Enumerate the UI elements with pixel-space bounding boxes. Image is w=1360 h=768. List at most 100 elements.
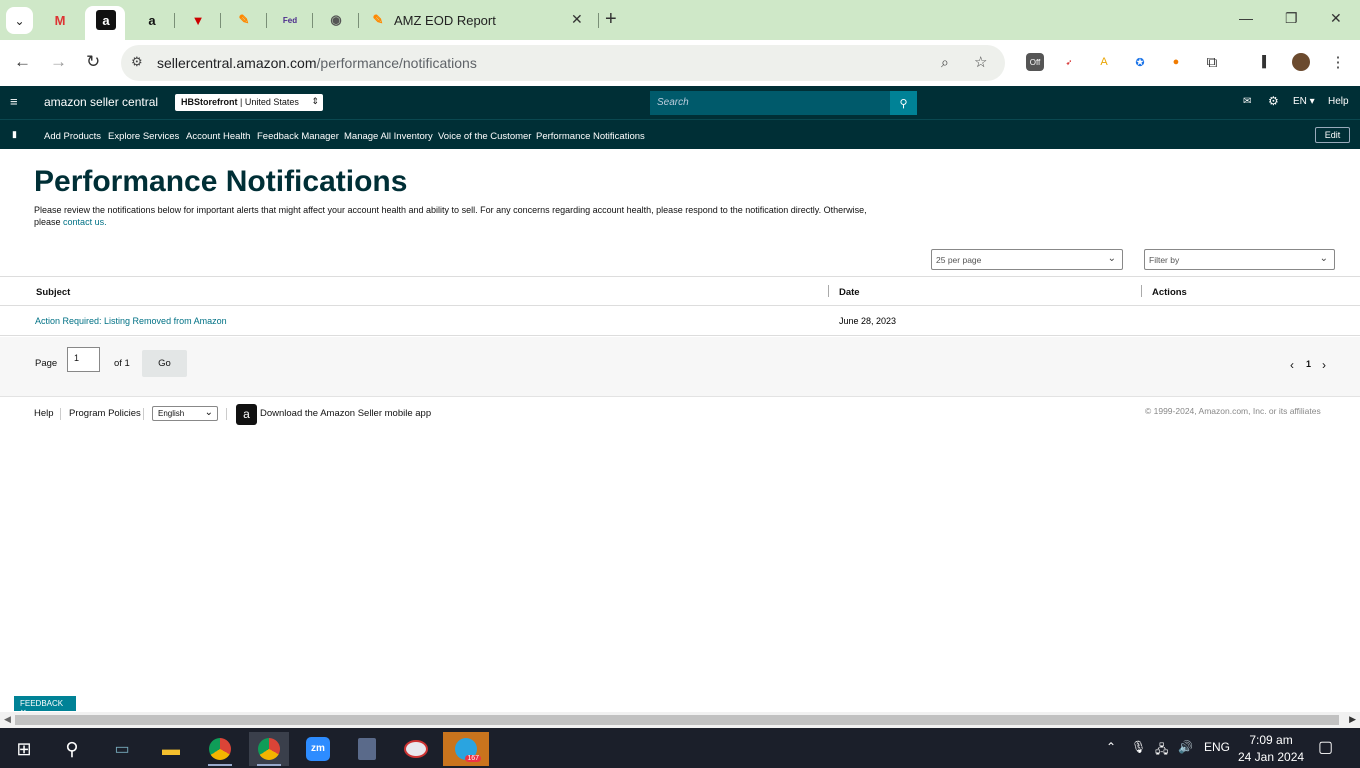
scout-extension-icon[interactable]: A [1095,53,1113,71]
program-policies-link[interactable]: Program Policies [69,408,141,419]
red-triangle-tab-icon[interactable]: ▼ [188,10,208,30]
nav-add-products[interactable]: Add Products [44,131,101,142]
amazon-app-icon[interactable]: a [236,404,257,425]
profile-avatar[interactable] [1292,53,1310,71]
zoom-icon[interactable]: ⌕ [941,54,949,71]
scroll-left-icon[interactable]: ◀ [4,714,11,725]
help-link[interactable]: Help [1328,96,1349,107]
show-hidden-icons-icon[interactable]: ⌃ [1106,740,1116,754]
bookmark-icon[interactable]: ▮ [12,129,17,140]
url-text[interactable]: sellercentral.amazon.com/performance/not… [157,55,477,71]
hamburger-menu-icon[interactable]: ≡ [10,94,18,109]
extension-off-icon[interactable]: Off [1026,53,1044,71]
nav-account-health[interactable]: Account Health [186,131,250,142]
store-selector[interactable]: HBStorefront | United States ⇕ [175,94,323,111]
nav-performance-notifications[interactable]: Performance Notifications [536,131,645,142]
per-page-select[interactable]: 25 per page ⌄ [931,249,1123,270]
contact-us-link[interactable]: contact us. [63,217,107,227]
close-window-icon[interactable]: ✕ [1330,10,1342,27]
url-host: sellercentral.amazon.com [157,55,317,71]
microphone-icon[interactable]: 🎙 [1131,740,1146,754]
scrollbar-thumb[interactable] [15,715,1339,725]
chrome-icon[interactable] [200,732,240,766]
extension-blue-icon[interactable]: ✪ [1131,53,1149,71]
language-selector[interactable]: EN ▾ [1293,96,1315,107]
nav-manage-inventory[interactable]: Manage All Inventory [344,131,433,142]
chrome-active-icon[interactable] [249,732,289,766]
amazon-tab-icon[interactable]: a [96,10,116,30]
side-panel-icon[interactable]: ▌ [1257,53,1275,71]
footer-help-link[interactable]: Help [34,408,54,419]
pencil-tab-icon-2: ✎ [372,12,384,27]
site-settings-icon[interactable]: ⚙ [131,54,143,70]
footer-language-select[interactable]: English ⌄ [152,406,218,421]
browser-menu-icon[interactable]: ⋮ [1329,53,1347,71]
filter-select[interactable]: Filter by ⌄ [1144,249,1335,270]
search-input[interactable]: Search [650,91,890,115]
windows-taskbar: ⊞ ⚲ ▭ ▬ zm 167 ⌃ 🎙 🖧 🔊 ENG 7:09 am 24 Jan… [0,728,1360,768]
horizontal-scrollbar[interactable]: ◀ ▶ [0,712,1360,728]
reload-icon[interactable]: ↻ [86,52,100,72]
restore-icon[interactable]: ❐ [1285,10,1298,27]
extension-icon[interactable]: ➶ [1060,53,1078,71]
download-app-link[interactable]: Download the Amazon Seller mobile app [260,408,431,419]
close-tab-icon[interactable]: ✕ [571,11,583,28]
extension-orange-icon[interactable]: ● [1167,53,1185,71]
notification-center-icon[interactable]: ▢ [1318,737,1333,757]
settings-gear-icon[interactable]: ⚙ [1268,94,1279,108]
prev-page-icon[interactable]: ‹ [1290,358,1294,372]
windows-start-icon[interactable]: ⊞ [4,732,44,766]
tab-search-button[interactable]: ⌄ [6,7,33,34]
minimize-icon[interactable]: — [1239,10,1253,26]
footer-divider [226,408,227,420]
system-clock[interactable]: 7:09 am 24 Jan 2024 [1238,732,1304,766]
mail-icon[interactable]: ✉ [1243,96,1251,107]
extensions-puzzle-icon[interactable]: ⧉ [1203,53,1221,71]
gmail-tab-icon[interactable]: M [50,10,70,30]
header-subject[interactable]: Subject [36,287,70,298]
snipping-tool-icon[interactable] [396,732,436,766]
zoom-app-icon[interactable]: zm [298,732,338,766]
tab-title[interactable]: AMZ EOD Report [394,13,496,28]
page-label: Page [35,358,58,369]
folder-icon[interactable]: ▬ [151,732,191,766]
chevron-down-icon: ⌄ [1319,253,1328,264]
search-button[interactable]: ⚲ [890,91,917,115]
next-page-icon[interactable]: › [1322,358,1326,372]
notification-subject-link[interactable]: Action Required: Listing Removed from Am… [35,316,227,326]
address-bar: ← → ↻ ⚙ sellercentral.amazon.com/perform… [0,40,1360,86]
nav-feedback-manager[interactable]: Feedback Manager [257,131,339,142]
table-row: Action Required: Listing Removed from Am… [0,306,1360,336]
globe-tab-icon[interactable]: ◉ [326,10,346,30]
telegram-icon[interactable]: 167 [443,732,489,766]
feedback-button[interactable]: FEEDBACK ✕ [14,696,76,717]
tab-separator [174,13,175,28]
nav-explore-services[interactable]: Explore Services [108,131,179,142]
amazon-tab-icon-2[interactable]: a [142,10,162,30]
volume-icon[interactable]: 🔊 [1178,740,1193,754]
header-date[interactable]: Date [839,287,860,298]
back-icon[interactable]: ← [14,52,31,72]
seller-central-logo[interactable]: amazon seller central [44,95,158,109]
fedex-tab-icon[interactable]: Fed [280,10,300,30]
nav-voice-of-customer[interactable]: Voice of the Customer [438,131,531,142]
go-button[interactable]: Go [142,350,187,377]
omnibox[interactable]: ⚙ sellercentral.amazon.com/performance/n… [121,45,1005,81]
chevron-down-icon: ⌄ [204,407,213,418]
search-icon[interactable]: ⚲ [52,732,92,766]
scroll-right-icon[interactable]: ▶ [1349,714,1356,725]
calculator-icon[interactable] [347,732,387,766]
forward-icon[interactable]: → [50,52,67,72]
current-page[interactable]: 1 [1306,359,1311,369]
network-icon[interactable]: 🖧 [1155,740,1168,761]
pencil-tab-icon[interactable]: ✎ [234,10,254,30]
page-title: Performance Notifications [34,165,408,198]
input-language[interactable]: ENG [1204,740,1230,754]
page-number-input[interactable]: 1 [67,347,100,372]
new-tab-icon[interactable]: + [605,8,617,31]
bookmark-star-icon[interactable]: ☆ [974,53,987,71]
file-explorer-desktop-icon[interactable]: ▭ [102,732,142,766]
seller-central-nav: ▮ Add Products Explore Services Account … [0,119,1360,149]
edit-nav-button[interactable]: Edit [1315,127,1350,143]
footer-language-value: English [158,409,185,418]
